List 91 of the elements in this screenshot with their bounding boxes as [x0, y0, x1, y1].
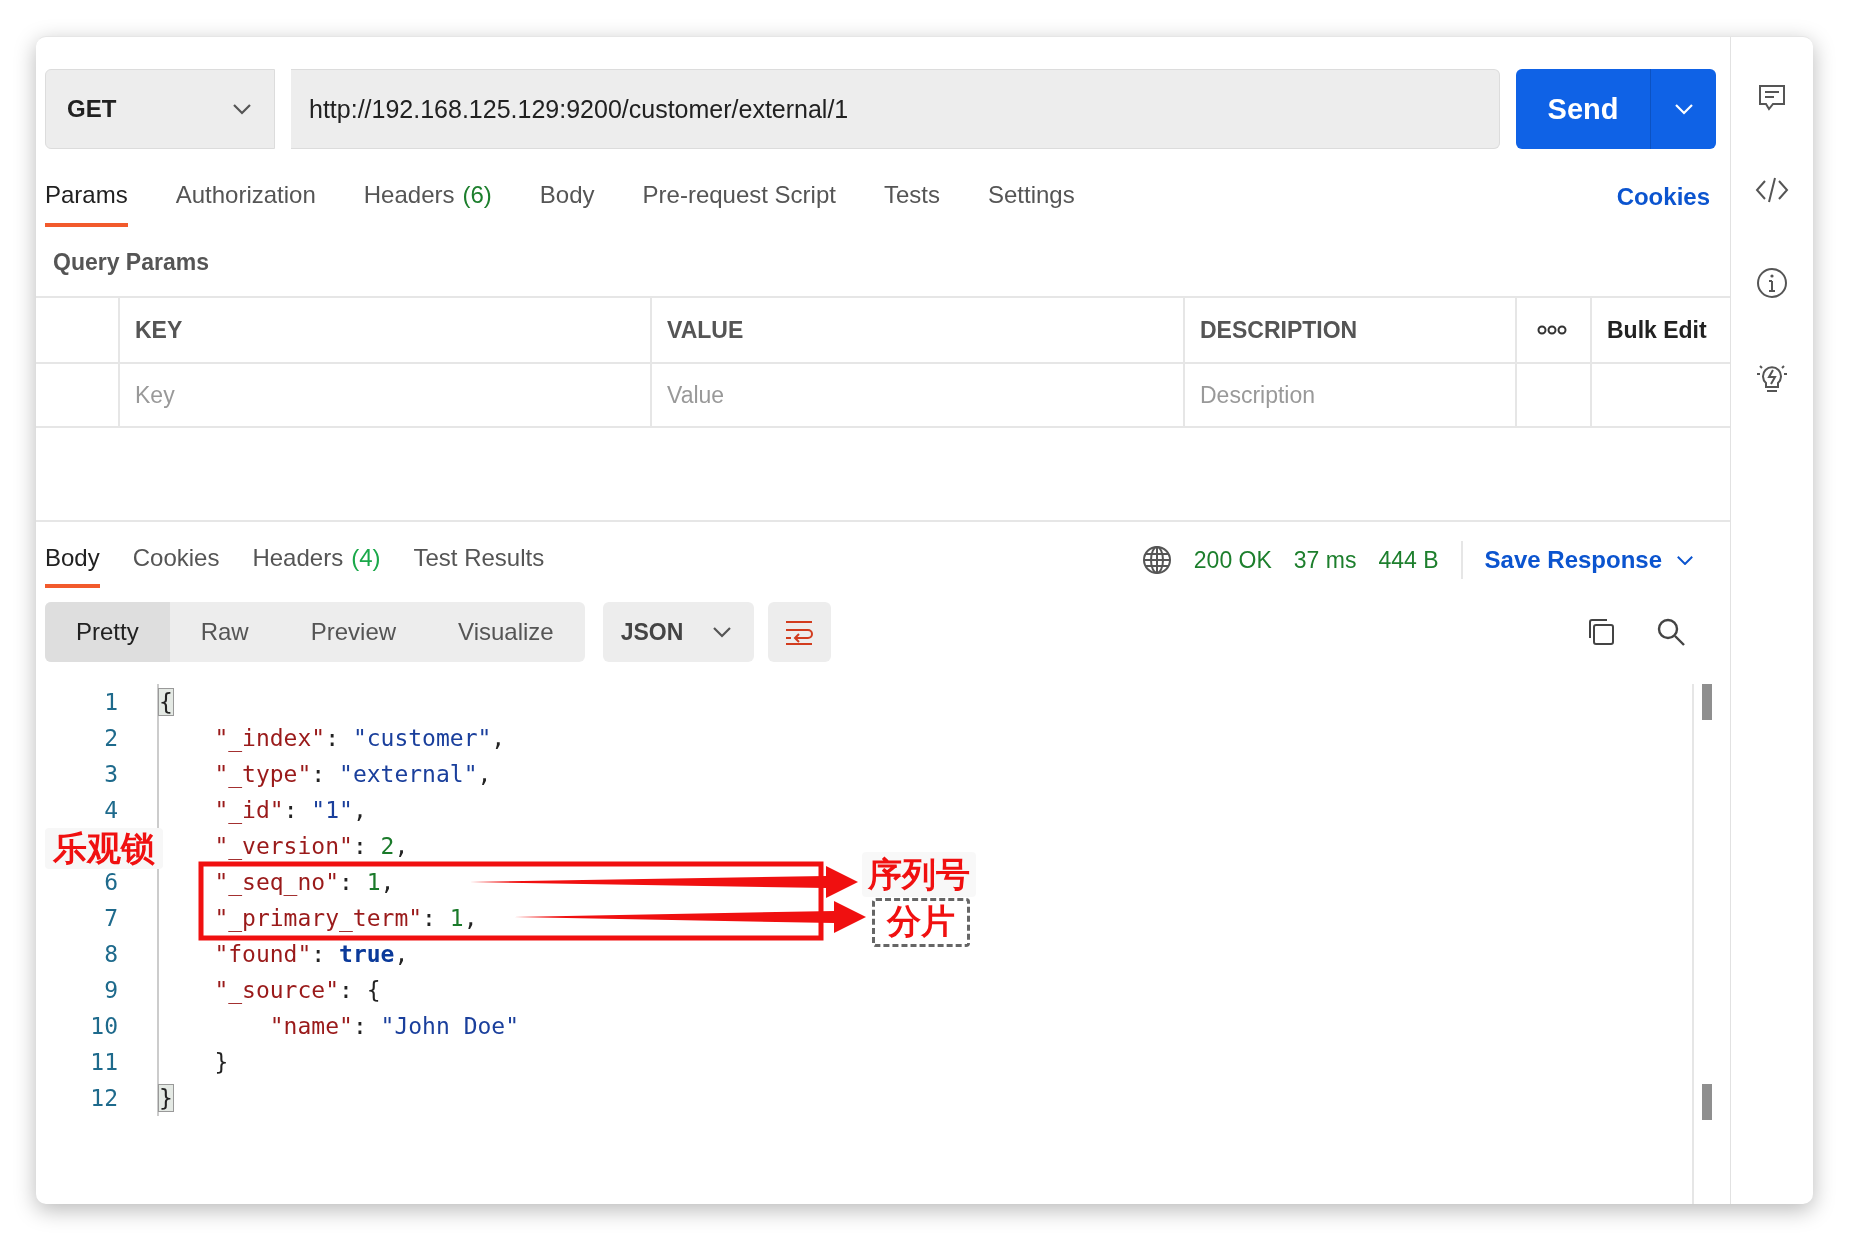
line-number: 6	[103, 869, 118, 895]
line-number: 8	[103, 941, 118, 967]
view-mode-tab[interactable]: Preview	[279, 602, 428, 662]
json-key: "_source"	[159, 977, 339, 1003]
response-tab[interactable]: Headers (4)	[252, 532, 381, 588]
comment-icon[interactable]	[1757, 83, 1787, 113]
column-header: DESCRIPTION	[1183, 298, 1515, 362]
request-tab[interactable]: Pre-request Script	[642, 167, 836, 227]
line-number: 10	[89, 1013, 118, 1039]
json-punctuation: :	[311, 941, 327, 967]
url-field[interactable]: http://192.168.125.129:9200/customer/external/1	[291, 69, 1500, 149]
line-number: 12	[89, 1085, 118, 1111]
cookies-link[interactable]: Cookies	[1616, 183, 1710, 211]
line-number: 7	[103, 905, 118, 931]
json-value: "customer"	[352, 725, 492, 751]
caret-icon	[232, 103, 252, 115]
json-punctuation: :	[352, 833, 368, 859]
json-value: "1"	[311, 797, 353, 823]
info-icon[interactable]	[1756, 267, 1788, 299]
json-value: "external"	[339, 761, 478, 787]
annotation-label: 序列号	[862, 852, 976, 898]
view-mode-tab[interactable]: Pretty	[45, 602, 170, 662]
json-punctuation: :	[283, 797, 299, 823]
json-punctuation: :	[422, 905, 437, 931]
wrap-lines-button[interactable]	[767, 602, 831, 662]
json-punctuation: ,	[352, 797, 367, 823]
request-tab[interactable]: Authorization	[175, 167, 316, 227]
bulk-edit-button[interactable]: Bulk Edit	[1590, 298, 1730, 362]
json-key: "_index"	[159, 725, 326, 751]
more-icon[interactable]	[1537, 325, 1567, 335]
line-number: 1	[103, 689, 118, 715]
response-tab[interactable]: Body	[45, 532, 100, 588]
json-value: "John Doe"	[380, 1013, 520, 1039]
caret-icon	[711, 626, 732, 638]
line-number: 11	[89, 1049, 118, 1075]
annotation-label: 乐观锁	[45, 828, 163, 870]
column-header: VALUE	[650, 298, 1183, 362]
response-tab[interactable]: Test Results	[413, 532, 545, 588]
request-tab[interactable]: Headers (6)	[363, 167, 492, 227]
json-punctuation: ,	[491, 725, 506, 751]
line-number: 3	[103, 761, 118, 787]
json-value: 1	[366, 869, 381, 895]
json-punctuation: }	[213, 1049, 229, 1075]
json-punctuation: ,	[394, 833, 409, 859]
json-punctuation: ,	[394, 941, 409, 967]
json-key: "_id"	[159, 797, 284, 823]
save-response-button[interactable]: Save Response	[1484, 546, 1694, 574]
view-mode-tab[interactable]: Visualize	[427, 602, 585, 662]
json-key: "name"	[159, 1013, 353, 1039]
send-button[interactable]: Send	[1516, 69, 1650, 149]
json-value: 2	[380, 833, 395, 859]
json-punctuation: :	[311, 761, 327, 787]
line-number: 4	[103, 797, 118, 823]
json-key: "found"	[159, 941, 312, 967]
wrap-lines-icon	[784, 619, 815, 645]
request-tab[interactable]: Settings	[987, 167, 1075, 227]
view-mode-tab[interactable]: Raw	[169, 602, 280, 662]
search-icon[interactable]	[1656, 617, 1686, 647]
json-punctuation: ,	[380, 869, 395, 895]
column-header: KEY	[118, 298, 650, 362]
json-value: true	[339, 941, 395, 967]
json-punctuation: ,	[477, 761, 492, 787]
json-key: "_seq_no"	[159, 869, 339, 895]
request-tab[interactable]: Tests	[883, 167, 940, 227]
json-punctuation: :	[339, 869, 354, 895]
caret-icon	[1673, 103, 1694, 115]
globe-icon[interactable]	[1141, 545, 1172, 575]
json-punctuation: : {	[339, 977, 381, 1003]
code-icon[interactable]	[1755, 175, 1789, 205]
response-size: 444 B	[1378, 546, 1439, 574]
json-key: "_primary_term"	[159, 905, 423, 931]
json-value: 1	[449, 905, 464, 931]
method-select[interactable]: GET	[45, 69, 275, 149]
json-punctuation: :	[352, 1013, 368, 1039]
json-punctuation: }	[159, 1085, 173, 1111]
json-punctuation: ,	[463, 905, 478, 931]
copy-icon[interactable]	[1586, 617, 1616, 647]
json-key: "_type"	[159, 761, 312, 787]
status-code: 200 OK	[1193, 546, 1272, 574]
line-number: 2	[103, 725, 118, 751]
section-title: Query Params	[52, 248, 210, 277]
line-number: 9	[103, 977, 118, 1003]
caret-icon	[1676, 554, 1694, 566]
json-punctuation: {	[159, 689, 173, 715]
request-tab[interactable]: Body	[539, 167, 595, 227]
annotation-label: 分片	[872, 898, 970, 948]
json-punctuation: :	[325, 725, 341, 751]
response-tab[interactable]: Cookies	[132, 532, 220, 588]
response-time: 37 ms	[1293, 546, 1357, 574]
format-select[interactable]: JSON	[602, 602, 754, 662]
request-tab[interactable]: Params	[45, 167, 128, 227]
